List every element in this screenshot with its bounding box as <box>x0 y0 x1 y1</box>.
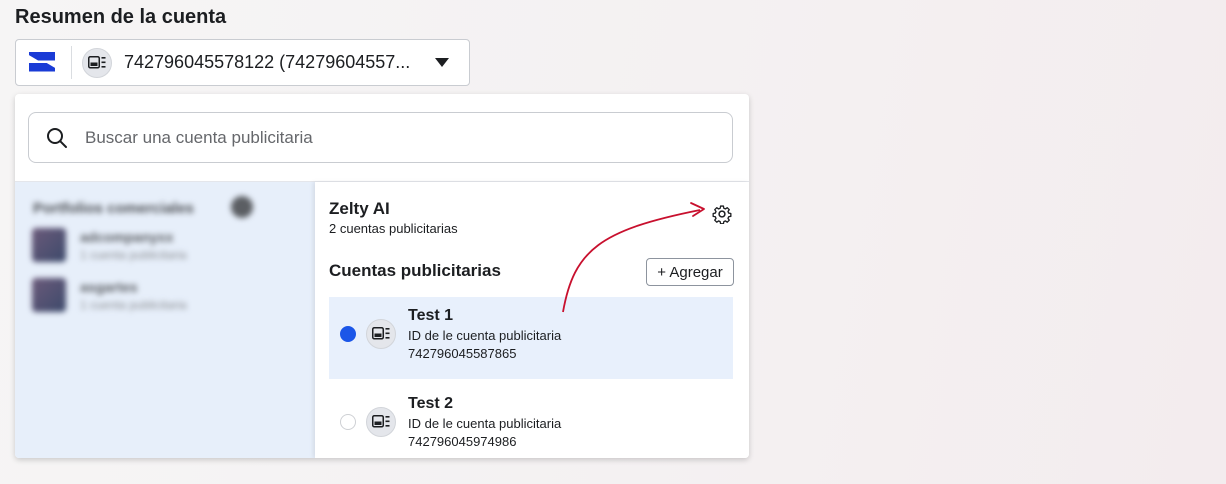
ad-account-icon <box>366 407 396 437</box>
blurred-business-list: Portfolios comerciales adcompanyxx 1 cuen… <box>15 182 315 458</box>
radio-selected[interactable] <box>340 326 356 342</box>
business-name: Zelty AI <box>329 199 390 218</box>
search-box[interactable] <box>28 112 733 163</box>
account-id-label: ID de le cuenta publicitaria <box>408 416 562 431</box>
search-input[interactable] <box>85 127 685 148</box>
ad-account-icon <box>366 319 396 349</box>
brand-logo-icon <box>29 48 59 78</box>
business-account-count: 2 cuentas publicitarias <box>329 221 458 236</box>
radio-unselected[interactable] <box>340 414 356 430</box>
blurred-list-item: asgartes 1 cuenta publicitaria <box>32 278 187 312</box>
account-name: Test 2 <box>408 395 454 412</box>
account-name: Test 1 <box>408 307 454 324</box>
account-id-label: ID de le cuenta publicitaria <box>408 328 562 343</box>
account-row-test-2[interactable]: Test 2 ID de le cuenta publicitaria 7427… <box>329 385 733 458</box>
business-panel: Zelty AI 2 cuentas publicitarias Cuentas… <box>315 182 749 458</box>
page-title: Resumen de la cuenta <box>15 6 227 28</box>
account-id: 742796045587865 <box>408 346 517 361</box>
avatar <box>32 228 66 262</box>
search-icon <box>47 127 67 148</box>
blurred-badge <box>231 196 253 218</box>
account-id: 742796045974986 <box>408 434 517 449</box>
blurred-list-item: adcompanyxx 1 cuenta publicitaria <box>32 228 187 262</box>
selector-divider <box>71 46 72 79</box>
caret-down-icon[interactable] <box>435 54 449 72</box>
account-selector[interactable]: 742796045578122 (74279604557... <box>15 39 470 86</box>
account-row-test-1[interactable]: Test 1 ID de le cuenta publicitaria 7427… <box>329 297 733 379</box>
account-dropdown: Portfolios comerciales adcompanyxx1 cuen… <box>15 94 749 458</box>
add-account-button[interactable]: + Agregar <box>646 258 734 286</box>
blurred-heading: Portfolios comerciales <box>33 200 194 217</box>
avatar <box>32 278 66 312</box>
gear-icon[interactable] <box>712 204 732 224</box>
section-title: Cuentas publicitarias <box>329 261 501 280</box>
ad-account-icon <box>82 47 112 78</box>
selected-account-text: 742796045578122 (74279604557... <box>124 52 411 72</box>
